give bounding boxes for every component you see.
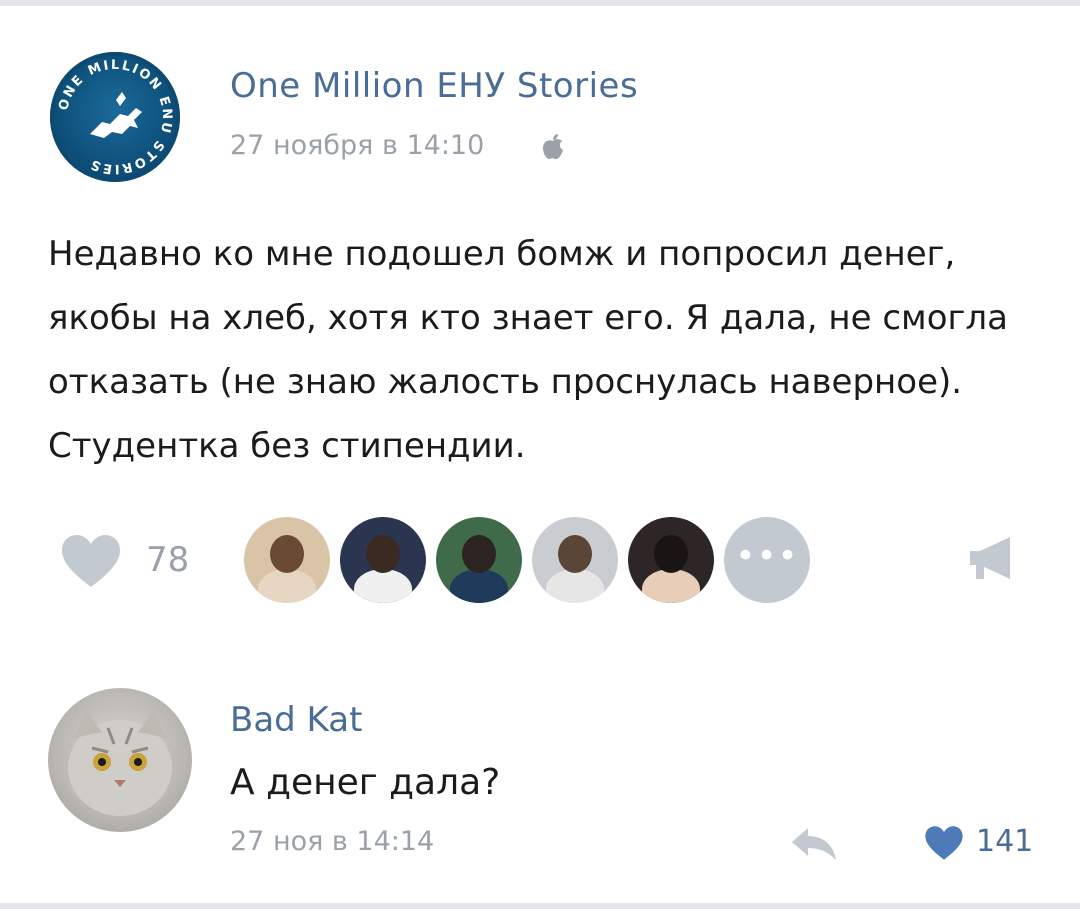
comment-like-count: 141	[976, 824, 1034, 859]
more-likers-button[interactable]: •••	[724, 517, 810, 603]
top-divider	[0, 0, 1080, 6]
post-text-line: якобы на хлеб, хотя кто знает его. Я дал…	[48, 298, 1008, 338]
svg-text:ONE MILLION ENU STORIES: ONE MILLION ENU STORIES	[56, 58, 174, 176]
comment-author-link[interactable]: Bad Kat	[230, 700, 362, 740]
liker-body	[546, 569, 604, 603]
like-heart-icon[interactable]	[60, 533, 122, 589]
liker-body	[354, 569, 412, 603]
liker-head	[366, 535, 400, 573]
post-text-line: отказать (не знаю жалость проснулась нав…	[48, 362, 963, 402]
liker-body	[642, 569, 700, 603]
community-logo-icon: ONE MILLION ENU STORIES	[56, 58, 174, 176]
community-logo-ring-text: ONE MILLION ENU STORIES	[56, 58, 172, 176]
liker-body	[258, 569, 316, 603]
liker-head	[558, 535, 592, 573]
post-author-link[interactable]: One Million ЕНУ Stories	[230, 66, 638, 106]
liker-avatar-3[interactable]	[436, 517, 522, 603]
commenter-avatar[interactable]	[48, 688, 192, 832]
comment-like-heart-icon[interactable]	[924, 825, 964, 861]
post-date: 27 ноября в 14:10	[230, 130, 485, 161]
share-megaphone-icon[interactable]	[966, 533, 1016, 583]
comment-date: 27 ноя в 14:14	[230, 826, 435, 857]
reply-icon[interactable]	[790, 826, 838, 862]
liker-head	[654, 535, 688, 573]
post-text: Недавно ко мне подошел бомж и попросил д…	[48, 222, 1038, 478]
like-count: 78	[146, 540, 190, 580]
post-text-line: Студентка без стипендии.	[48, 426, 526, 466]
liker-avatar-1[interactable]	[244, 517, 330, 603]
liker-avatar-5[interactable]	[628, 517, 714, 603]
apple-icon	[543, 134, 563, 160]
liker-head	[462, 535, 496, 573]
liker-body	[450, 569, 508, 603]
post-text-line: Недавно ко мне подошел бомж и попросил д…	[48, 234, 956, 274]
liker-avatar-2[interactable]	[340, 517, 426, 603]
comment-text: А денег дала?	[230, 762, 501, 803]
community-avatar[interactable]: ONE MILLION ENU STORIES	[50, 52, 180, 182]
bottom-divider	[0, 903, 1080, 909]
liker-avatar-4[interactable]	[532, 517, 618, 603]
liker-head	[270, 535, 304, 573]
cat-face-icon	[68, 710, 172, 816]
